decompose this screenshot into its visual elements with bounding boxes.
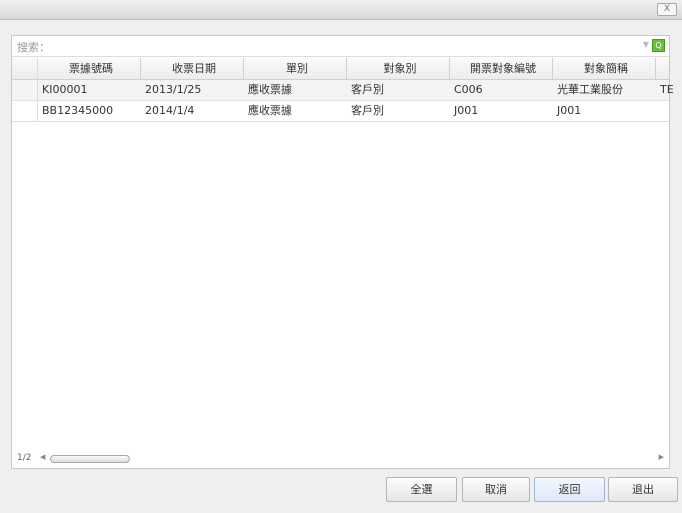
cell: KI00001 (42, 83, 88, 96)
search-placeholder: 搜索： (17, 41, 50, 54)
horizontal-scrollbar[interactable] (50, 455, 130, 463)
search-icon[interactable]: Q (652, 39, 665, 52)
cell: TE (660, 83, 674, 96)
page-indicator: 1/2 (17, 453, 32, 463)
grid-panel: 搜索： ▼ Q 票據號碼 收票日期 單別 對象別 開票對象編號 對象簡稱 KI0… (11, 35, 674, 469)
column-header[interactable]: 對象別 (347, 58, 450, 79)
select-all-button[interactable]: 全選 (386, 477, 457, 502)
column-header[interactable]: 單別 (244, 58, 347, 79)
title-bar: X (0, 0, 682, 20)
close-button[interactable]: X (657, 3, 677, 16)
row-indicator (12, 80, 38, 100)
cell: 光華工業股份 (557, 83, 623, 96)
cell: C006 (454, 83, 483, 96)
column-header[interactable]: 票據號碼 (38, 58, 141, 79)
dropdown-arrow-icon[interactable]: ▼ (643, 40, 649, 49)
cell: 2013/1/25 (145, 83, 202, 96)
scroll-right-icon[interactable]: ▶ (659, 453, 664, 461)
cell: 應收票據 (248, 104, 292, 117)
cell: 應收票據 (248, 83, 292, 96)
cell: J001 (557, 104, 582, 117)
table-row[interactable]: BB12345000 2014/1/4 應收票據 客戶別 J001 J001 (12, 101, 669, 122)
column-header[interactable]: 對象簡稱 (553, 58, 656, 79)
exit-button[interactable]: 退出 (608, 477, 678, 502)
cell: 客戶別 (351, 104, 384, 117)
row-indicator (12, 101, 38, 121)
back-button[interactable]: 返回 (534, 477, 605, 502)
column-header[interactable]: 收票日期 (141, 58, 244, 79)
cell: 2014/1/4 (145, 104, 195, 117)
grid-footer: 1/2 ◀ ▶ (12, 450, 669, 468)
scroll-left-icon[interactable]: ◀ (40, 453, 45, 461)
cell: BB12345000 (42, 104, 114, 117)
cancel-button[interactable]: 取消 (462, 477, 530, 502)
row-number-header (12, 58, 38, 79)
table-row[interactable]: KI00001 2013/1/25 應收票據 客戶別 C006 光華工業股份 T… (12, 80, 674, 101)
cell: J001 (454, 104, 479, 117)
cell (656, 101, 676, 121)
search-input[interactable]: 搜索： ▼ Q (12, 36, 669, 57)
column-header[interactable]: 開票對象編號 (450, 58, 553, 79)
cell: 客戶別 (351, 83, 384, 96)
table-header: 票據號碼 收票日期 單別 對象別 開票對象編號 對象簡稱 (12, 58, 669, 80)
